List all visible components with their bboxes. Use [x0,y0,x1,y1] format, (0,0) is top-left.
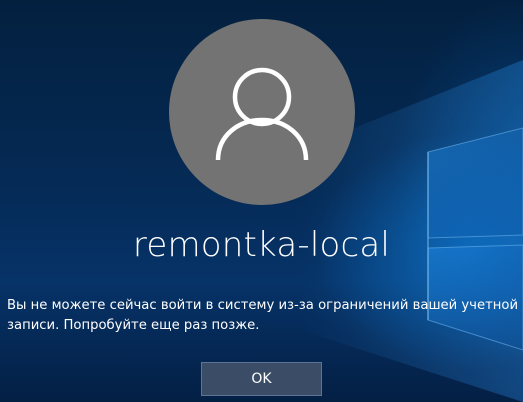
ok-button[interactable]: OK [201,362,322,396]
sign-in-error-message: Вы не можете сейчас войти в систему из-з… [7,298,519,333]
user-avatar [169,19,355,205]
user-icon [215,67,309,161]
username-label: remontka-local [132,225,391,265]
lock-screen: remontka-local Вы не можете сейчас войти… [0,0,523,402]
